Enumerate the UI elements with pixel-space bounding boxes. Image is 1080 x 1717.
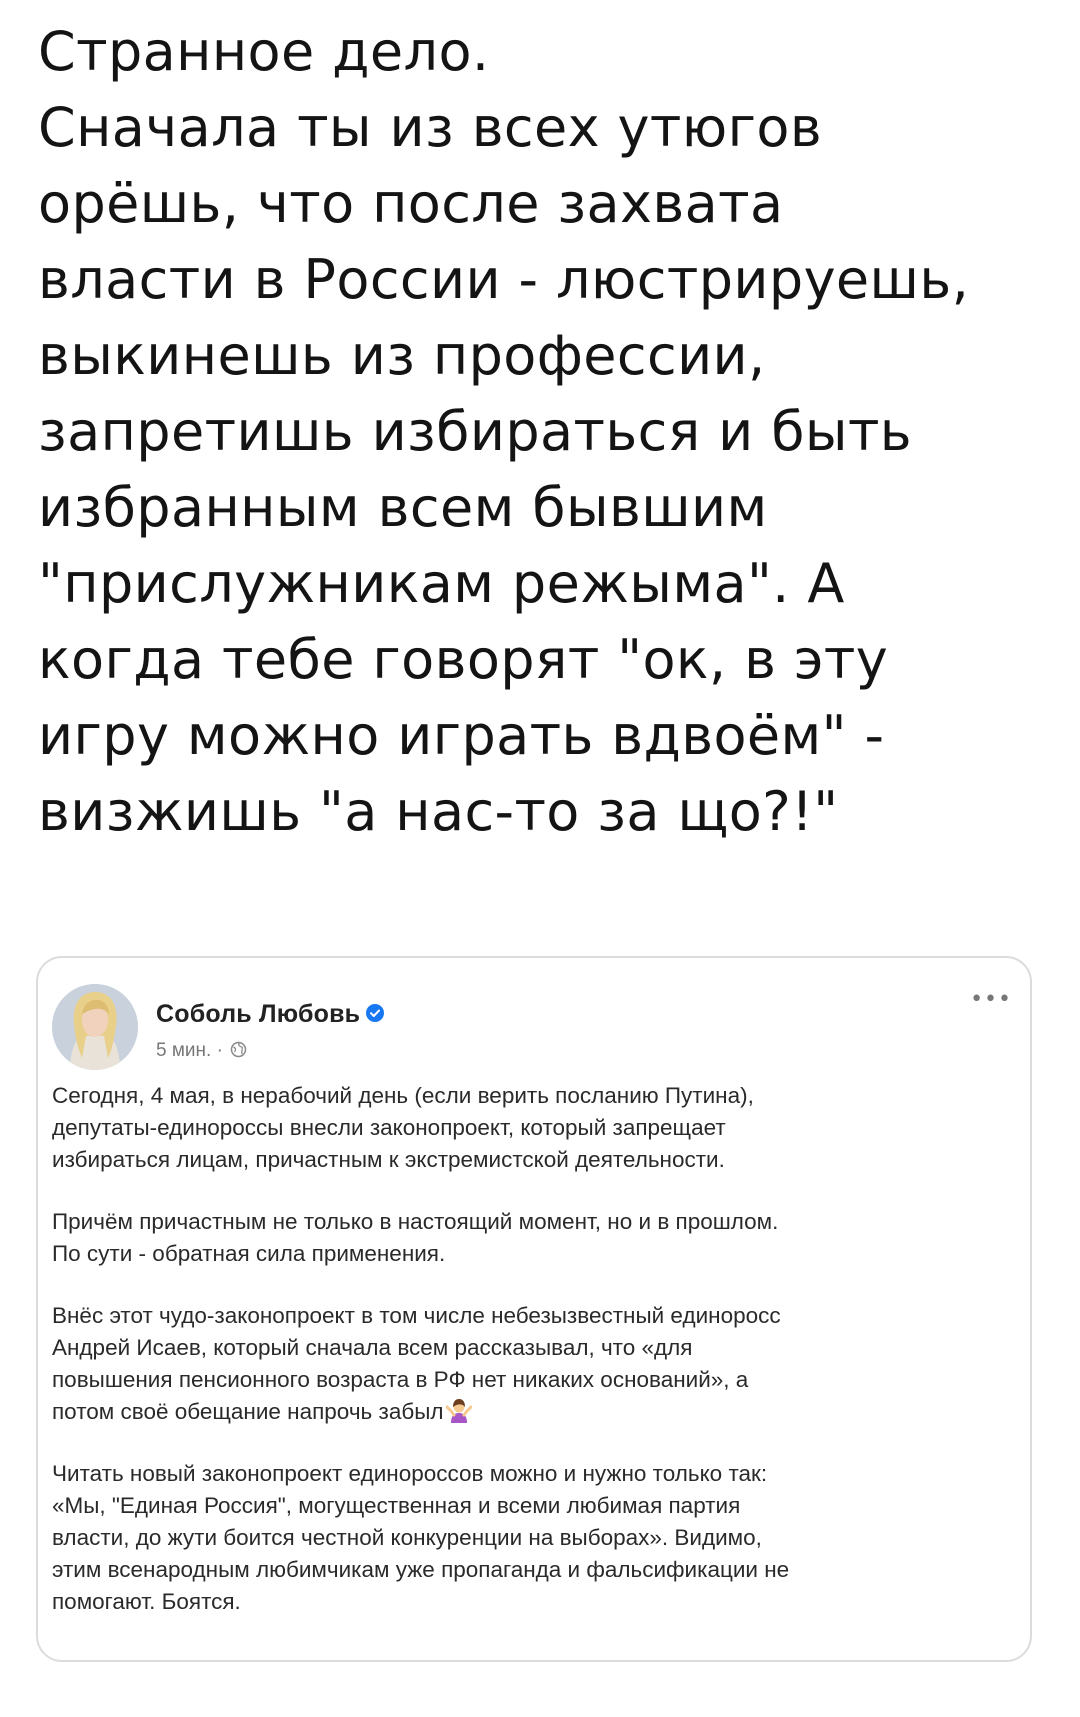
tweet-line: "прислужникам режыма". А <box>38 552 845 615</box>
post-line: потом своё обещание напрочь забыл <box>52 1399 444 1424</box>
post-paragraph: Внёс этот чудо-законопроект в том числе … <box>52 1300 1022 1428</box>
tweet-line: выкинешь из профессии, <box>38 324 766 387</box>
tweet-line: орёшь, что после захвата <box>38 172 784 235</box>
post-line: депутаты-единороссы внесли законопроект,… <box>52 1115 726 1140</box>
post-body: Сегодня, 4 мая, в нерабочий день (если в… <box>52 1080 1022 1648</box>
verified-badge-icon <box>366 1004 385 1023</box>
post-line: По сути - обратная сила применения. <box>52 1241 446 1266</box>
post-line: Сегодня, 4 мая, в нерабочий день (если в… <box>52 1083 754 1108</box>
embedded-post-image[interactable]: Соболь Любовь 5 мин. · ••• Сегодня, 4 ма… <box>36 956 1032 1662</box>
avatar-photo <box>52 984 138 1070</box>
post-line: повышения пенсионного возраста в РФ нет … <box>52 1367 749 1392</box>
post-paragraph: Причём причастным не только в настоящий … <box>52 1206 1022 1270</box>
tweet-line: избранным всем бывшим <box>38 476 768 539</box>
post-header: Соболь Любовь 5 мин. · ••• <box>52 984 1016 1074</box>
post-line: «Мы, "Единая Россия", могущественная и в… <box>52 1493 741 1518</box>
more-options-icon[interactable]: ••• <box>970 989 1012 1011</box>
tweet-line: власти в России - люстрируешь, <box>38 248 970 311</box>
post-line: Внёс этот чудо-законопроект в том числе … <box>52 1303 781 1328</box>
post-meta: 5 мин. · <box>156 1040 247 1062</box>
post-paragraph: Читать новый законопроект единороссов мо… <box>52 1458 1022 1618</box>
post-author-name: Соболь Любовь <box>156 1000 361 1028</box>
tweet-line: Странное дело. <box>38 20 490 83</box>
post-line-with-emoji: потом своё обещание напрочь забыл <box>52 1396 1022 1428</box>
tweet-line: визжишь "а нас-то за що?!" <box>38 780 839 843</box>
post-line: избираться лицам, причастным к экстремис… <box>52 1147 725 1172</box>
tweet-line: игру можно играть вдвоём" - <box>38 704 885 767</box>
tweet-text: Странное дело. Сначала ты из всех утюгов… <box>38 14 1048 850</box>
post-author[interactable]: Соболь Любовь <box>156 1000 385 1029</box>
tweet-line: запретишь избираться и быть <box>38 400 913 463</box>
post-line: власти, до жути боится честной конкуренц… <box>52 1525 762 1550</box>
post-line: Читать новый законопроект единороссов мо… <box>52 1461 768 1486</box>
post-line: Андрей Исаев, который сначала всем расск… <box>52 1335 693 1360</box>
globe-icon <box>230 1041 247 1058</box>
tweet-line: когда тебе говорят "ок, в эту <box>38 628 889 691</box>
post-paragraph: Сегодня, 4 мая, в нерабочий день (если в… <box>52 1080 1022 1176</box>
post-line: Причём причастным не только в настоящий … <box>52 1209 779 1234</box>
post-line: этим всенародным любимчикам уже пропаган… <box>52 1557 790 1582</box>
post-time[interactable]: 5 мин. · <box>156 1040 223 1061</box>
post-line: помогают. Боятся. <box>52 1589 241 1614</box>
avatar[interactable] <box>52 984 138 1070</box>
shrug-woman-emoji <box>445 1399 472 1424</box>
tweet-line: Сначала ты из всех утюгов <box>38 96 823 159</box>
